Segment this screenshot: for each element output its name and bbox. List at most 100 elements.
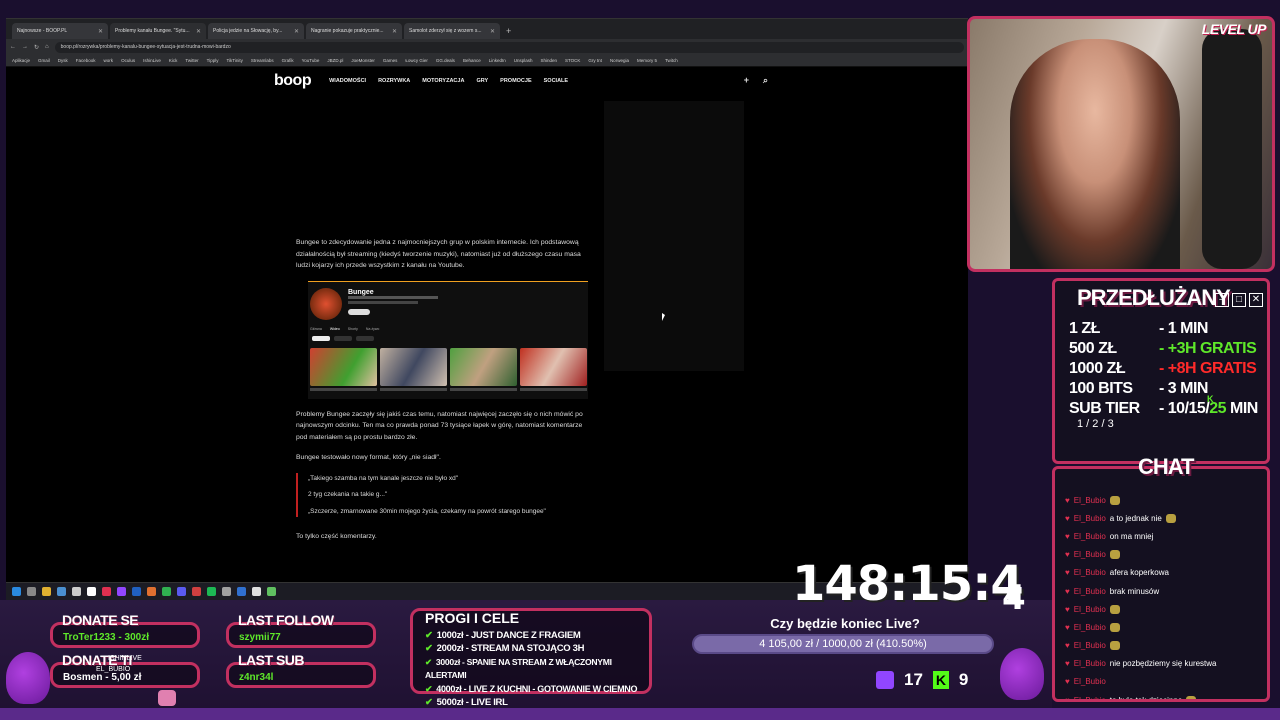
app-icon[interactable] bbox=[237, 587, 246, 596]
app-icon[interactable] bbox=[267, 587, 276, 596]
nav-promocje[interactable]: PROMOCJE bbox=[500, 78, 531, 84]
tab-label: Problemy kanału Bungee. "Sytu... bbox=[115, 28, 190, 34]
nav-sociale[interactable]: SOCIALE bbox=[544, 78, 568, 84]
app-icon[interactable] bbox=[57, 587, 66, 596]
app-icon[interactable] bbox=[132, 587, 141, 596]
plus-icon[interactable]: + bbox=[744, 75, 749, 86]
bookmark[interactable]: LinkedIn bbox=[489, 58, 506, 63]
check-icon: ✔ bbox=[425, 683, 433, 694]
bookmark[interactable]: Oculus bbox=[121, 58, 135, 63]
app-icon[interactable] bbox=[117, 587, 126, 596]
emote-icon bbox=[1109, 622, 1120, 632]
emote-icon bbox=[1165, 513, 1176, 523]
last-follow-value: szymii77 bbox=[239, 632, 281, 643]
close-icon[interactable]: ✕ bbox=[490, 28, 495, 35]
app-icon[interactable] bbox=[102, 587, 111, 596]
heart-icon: ♥ bbox=[1065, 677, 1070, 687]
boop-logo[interactable]: boop bbox=[274, 72, 312, 90]
chat-message: ♥ El_Bubio bbox=[1065, 618, 1265, 636]
bookmark[interactable]: GG.deals bbox=[436, 58, 455, 63]
search-icon[interactable]: ⌕ bbox=[763, 75, 768, 86]
channel-meta bbox=[348, 300, 418, 304]
app-icon[interactable] bbox=[222, 587, 231, 596]
chat-message: ♥ El_Bubio on ma mniej bbox=[1065, 527, 1265, 545]
tab-nagranie[interactable]: Nagranie pokazuje praktycznie... ✕ bbox=[306, 23, 402, 39]
app-icon[interactable] bbox=[252, 587, 261, 596]
rate-value: - 1 MIN bbox=[1159, 320, 1208, 337]
bookmark[interactable]: Aplikacje bbox=[12, 58, 30, 63]
chat-message: ♥ El_Bubio to było tak dziecinne bbox=[1065, 691, 1265, 699]
close-icon[interactable]: ✕ bbox=[98, 28, 103, 35]
url-input[interactable]: boop.pl/rozrywka/problemy-kanalu-bungee-… bbox=[54, 41, 964, 53]
comment-quote: „Takiego szamba na tym kanale jeszcze ni… bbox=[296, 472, 586, 517]
check-icon: ✔ bbox=[425, 656, 432, 667]
app-icon[interactable] bbox=[177, 587, 186, 596]
bookmark[interactable]: Tipply bbox=[207, 58, 219, 63]
bookmark[interactable]: Streamlabs bbox=[251, 58, 274, 63]
search-icon[interactable] bbox=[27, 587, 36, 596]
subathon-timer-last-digit: 4 bbox=[1002, 578, 1026, 618]
quote-line: „Szczerze, zmarnowane 30min mojego życia… bbox=[308, 507, 546, 515]
app-icon[interactable] bbox=[87, 587, 96, 596]
rate-key: 100 BITS bbox=[1069, 380, 1133, 397]
bookmark[interactable]: Twitter bbox=[185, 58, 198, 63]
video-thumbnail bbox=[310, 347, 377, 386]
bookmark[interactable]: Gry tnt bbox=[588, 58, 602, 63]
chat-text: nie pozbędziemy się kurestwa bbox=[1109, 659, 1217, 669]
tab-samolot[interactable]: Samolot zderzył się z wozem s... ✕ bbox=[404, 23, 500, 39]
bookmark[interactable]: JBZD.pl bbox=[327, 58, 343, 63]
app-icon[interactable] bbox=[192, 587, 201, 596]
channel-tab: Główna bbox=[310, 326, 322, 331]
reload-icon[interactable]: ↻ bbox=[34, 44, 39, 51]
bookmark[interactable]: STOCK bbox=[565, 58, 580, 63]
channel-tab: Shorty bbox=[347, 326, 358, 331]
close-icon[interactable]: ✕ bbox=[294, 28, 299, 35]
bookmark[interactable]: TikTinity bbox=[226, 58, 242, 63]
bookmark[interactable]: Memory 5 bbox=[637, 58, 657, 63]
app-icon[interactable] bbox=[162, 587, 171, 596]
youtube-channel-screenshot: Bungee Główna Wideo Shorty Na żywo bbox=[308, 280, 588, 399]
bookmark[interactable]: Facebook bbox=[76, 58, 96, 63]
tab-boop-najnowsze[interactable]: Najnowsze - BOOP.PL ✕ bbox=[12, 23, 108, 39]
new-tab-button[interactable]: + bbox=[502, 23, 515, 39]
nav-wiadomosci[interactable]: WIADOMOŚCI bbox=[329, 78, 366, 84]
bookmark[interactable]: Łowcy Gier bbox=[405, 58, 428, 63]
bookmark[interactable]: Shinden bbox=[540, 58, 557, 63]
bookmark[interactable]: Dysk bbox=[58, 58, 68, 63]
app-icon[interactable] bbox=[147, 587, 156, 596]
bookmark[interactable]: Twitch bbox=[665, 58, 678, 63]
bookmark[interactable]: Norwegia bbox=[610, 58, 629, 63]
home-icon[interactable]: ⌂ bbox=[45, 44, 49, 50]
bookmark[interactable]: IshinLive bbox=[143, 58, 161, 63]
goal-progress-text: 4 105,00 zł / 1000,00 zł (410.50%) bbox=[759, 638, 927, 650]
app-icon[interactable] bbox=[207, 587, 216, 596]
nav-gry[interactable]: GRY bbox=[476, 78, 488, 84]
check-icon: ✔ bbox=[425, 643, 433, 655]
bookmark[interactable]: Behance bbox=[463, 58, 481, 63]
bookmark[interactable]: Kick bbox=[169, 58, 178, 63]
chat-message: ♥ El_Bubio bbox=[1065, 491, 1265, 509]
nav-motoryzacja[interactable]: MOTORYZACJA bbox=[422, 78, 464, 84]
bookmark[interactable]: Games bbox=[383, 58, 398, 63]
video-thumbnail bbox=[450, 347, 517, 386]
subscribe-pill bbox=[348, 308, 370, 315]
heart-icon: ♥ bbox=[1065, 495, 1070, 505]
nav-rozrywka[interactable]: ROZRYWKA bbox=[378, 78, 410, 84]
forward-icon[interactable]: → bbox=[22, 44, 28, 50]
back-icon[interactable]: ← bbox=[10, 44, 16, 50]
bookmark[interactable]: Grafik bbox=[282, 58, 294, 63]
close-icon[interactable]: ✕ bbox=[392, 28, 397, 35]
bookmark[interactable]: Unsplash bbox=[514, 58, 533, 63]
bookmark[interactable]: YouTube bbox=[302, 58, 320, 63]
bookmark[interactable]: JoeMonster bbox=[351, 58, 375, 63]
emote-icon bbox=[1109, 495, 1120, 505]
bookmark[interactable]: work bbox=[104, 58, 114, 63]
windows-start-icon[interactable] bbox=[12, 587, 21, 596]
folder-icon[interactable] bbox=[42, 587, 51, 596]
chat-username: El_Bubio bbox=[1073, 495, 1106, 505]
bookmark[interactable]: Gmail bbox=[38, 58, 50, 63]
app-icon[interactable] bbox=[72, 587, 81, 596]
tab-bungee-article[interactable]: Problemy kanału Bungee. "Sytu... ✕ bbox=[110, 23, 206, 39]
close-icon[interactable]: ✕ bbox=[196, 28, 201, 35]
tab-policja[interactable]: Policja jedzie na Słowację, by... ✕ bbox=[208, 23, 304, 39]
